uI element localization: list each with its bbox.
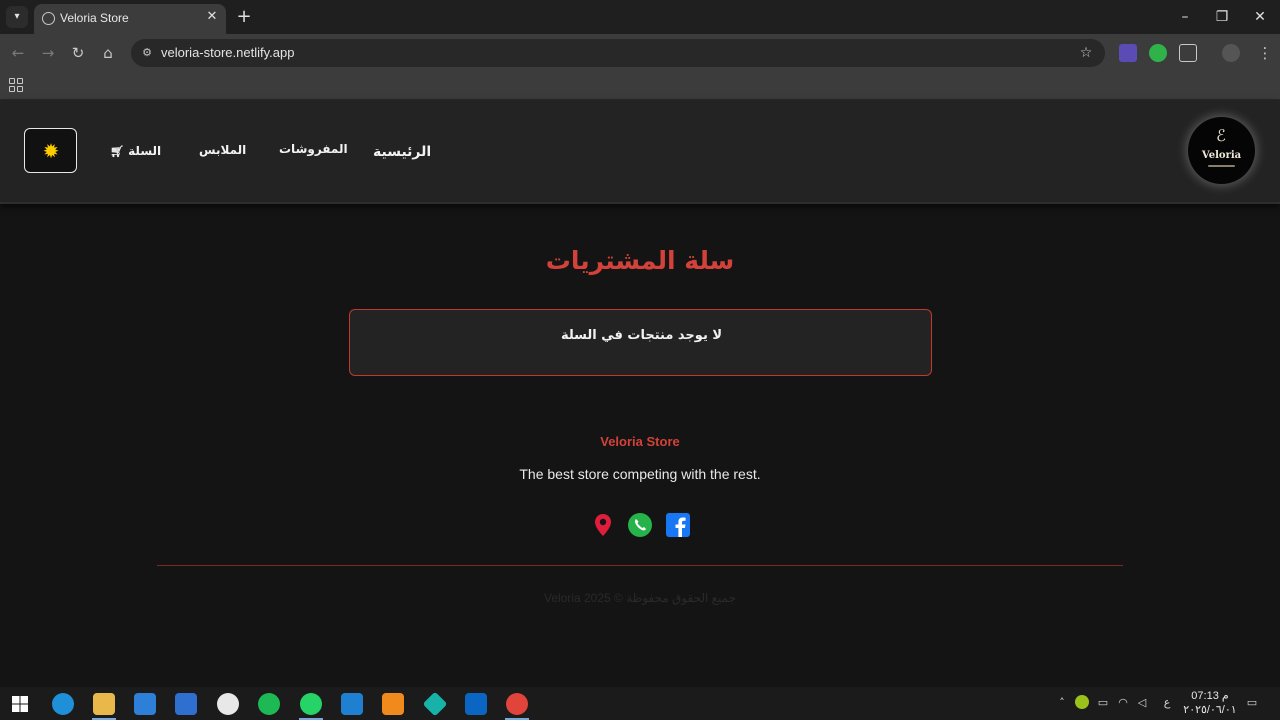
battery-icon[interactable]: ▭ bbox=[1096, 695, 1110, 711]
site-logo[interactable]: ℰ Veloria bbox=[1188, 117, 1255, 184]
footer-tagline: The best store competing with the rest. bbox=[519, 466, 761, 482]
nav-link-furnishings[interactable]: المفروشات bbox=[279, 142, 348, 156]
chrome-icon[interactable] bbox=[506, 693, 528, 715]
browser-tab[interactable]: Veloria Store ✕ bbox=[34, 4, 226, 34]
back-button[interactable]: ← bbox=[7, 42, 29, 64]
nav-cart-label: السلة bbox=[128, 144, 162, 158]
logo-underline bbox=[1208, 165, 1235, 167]
address-bar[interactable]: ⚙ veloria-store.netlify.app ☆ bbox=[131, 39, 1105, 67]
file-explorer-icon[interactable] bbox=[93, 693, 115, 715]
whatsapp-icon[interactable] bbox=[627, 512, 653, 538]
extension-icon[interactable] bbox=[1119, 44, 1137, 62]
language-indicator[interactable]: ع bbox=[1160, 695, 1174, 711]
maximize-button[interactable]: ❐ bbox=[1211, 6, 1233, 28]
cart-icon: 🛒︎ bbox=[110, 145, 124, 158]
empty-cart-box: لا يوجد منتجات في السلة bbox=[349, 309, 932, 376]
apps-grid-icon[interactable] bbox=[9, 78, 23, 92]
facebook-icon[interactable] bbox=[665, 512, 691, 538]
page-content: ✹ السلة 🛒︎ الملابس المفروشات الرئيسية ℰ … bbox=[0, 100, 1280, 687]
store-icon[interactable] bbox=[175, 693, 197, 715]
tab-close-button[interactable]: ✕ bbox=[204, 9, 220, 25]
mail-icon[interactable] bbox=[134, 693, 156, 715]
tray-app-icon[interactable] bbox=[1075, 695, 1089, 709]
whatsapp-app-icon[interactable] bbox=[300, 693, 322, 715]
home-button[interactable]: ⌂ bbox=[97, 42, 119, 64]
window-close-button[interactable]: ✕ bbox=[1249, 6, 1271, 28]
bookmark-star-icon[interactable]: ☆ bbox=[1077, 44, 1095, 62]
edge-icon[interactable] bbox=[52, 693, 74, 715]
reload-button[interactable]: ↻ bbox=[67, 42, 89, 64]
browser-toolbar: ← → ↻ ⌂ ⚙ veloria-store.netlify.app ☆ ⋮ bbox=[0, 34, 1280, 72]
notifications-icon[interactable]: ▭ bbox=[1244, 695, 1260, 711]
clock-date: ٢٠٢٥/٠٦/٠١ bbox=[1183, 704, 1237, 716]
minimize-button[interactable]: – bbox=[1174, 6, 1196, 28]
page-title: سلة المشتريات bbox=[545, 246, 735, 275]
chatgpt-icon[interactable] bbox=[217, 693, 239, 715]
more-menu-icon[interactable]: ⋮ bbox=[1254, 42, 1276, 64]
site-info-icon[interactable]: ⚙ bbox=[139, 45, 155, 61]
extensions-puzzle-icon[interactable] bbox=[1179, 44, 1197, 62]
logo-text: Veloria bbox=[1201, 150, 1242, 161]
taskbar-clock[interactable]: 07:13 م ٢٠٢٥/٠٦/٠١ bbox=[1180, 689, 1240, 717]
nav-link-clothing[interactable]: الملابس bbox=[199, 143, 246, 157]
app-diamond-icon[interactable] bbox=[422, 691, 448, 717]
globe-icon bbox=[42, 12, 55, 25]
nav-link-home[interactable]: الرئيسية bbox=[373, 144, 431, 160]
new-tab-button[interactable]: + bbox=[234, 7, 254, 27]
tray-expand-icon[interactable]: ˄ bbox=[1055, 695, 1069, 711]
vlc-icon[interactable] bbox=[382, 693, 404, 715]
linkedin-icon[interactable] bbox=[465, 693, 487, 715]
tab-strip: ▾ Veloria Store ✕ + – ❐ ✕ bbox=[0, 0, 1280, 34]
copyright-text: جميع الحقوق محفوظة © Veloria 2025 bbox=[543, 591, 737, 605]
tab-title: Veloria Store bbox=[60, 11, 129, 25]
nav-link-cart[interactable]: السلة 🛒︎ bbox=[110, 144, 161, 158]
windows-start-icon[interactable] bbox=[9, 693, 31, 715]
location-icon[interactable] bbox=[590, 512, 616, 538]
empty-cart-message: لا يوجد منتجات في السلة bbox=[560, 328, 723, 343]
profile-avatar[interactable] bbox=[1222, 44, 1240, 62]
theme-toggle-button[interactable]: ✹ bbox=[24, 128, 77, 173]
bookmarks-bar bbox=[0, 72, 1280, 100]
volume-icon[interactable]: ◁ bbox=[1135, 695, 1149, 711]
url-text[interactable]: veloria-store.netlify.app bbox=[161, 45, 294, 60]
taskbar: ˄ ▭ ◠ ◁ ع 07:13 م ٢٠٢٥/٠٦/٠١ ▭ bbox=[0, 687, 1280, 720]
logo-emblem-icon: ℰ bbox=[1216, 126, 1226, 145]
clock-time: 07:13 م bbox=[1191, 690, 1229, 702]
footer-brand: Veloria Store bbox=[600, 434, 680, 449]
extension-check-icon[interactable] bbox=[1149, 44, 1167, 62]
sun-icon: ✹ bbox=[42, 139, 60, 163]
site-header: ✹ السلة 🛒︎ الملابس المفروشات الرئيسية ℰ … bbox=[0, 100, 1280, 204]
tab-search-button[interactable]: ▾ bbox=[6, 6, 28, 28]
spotify-icon[interactable] bbox=[258, 693, 280, 715]
wifi-icon[interactable]: ◠ bbox=[1116, 695, 1130, 711]
vscode-icon[interactable] bbox=[341, 693, 363, 715]
footer-divider bbox=[157, 565, 1123, 566]
forward-button[interactable]: → bbox=[37, 42, 59, 64]
